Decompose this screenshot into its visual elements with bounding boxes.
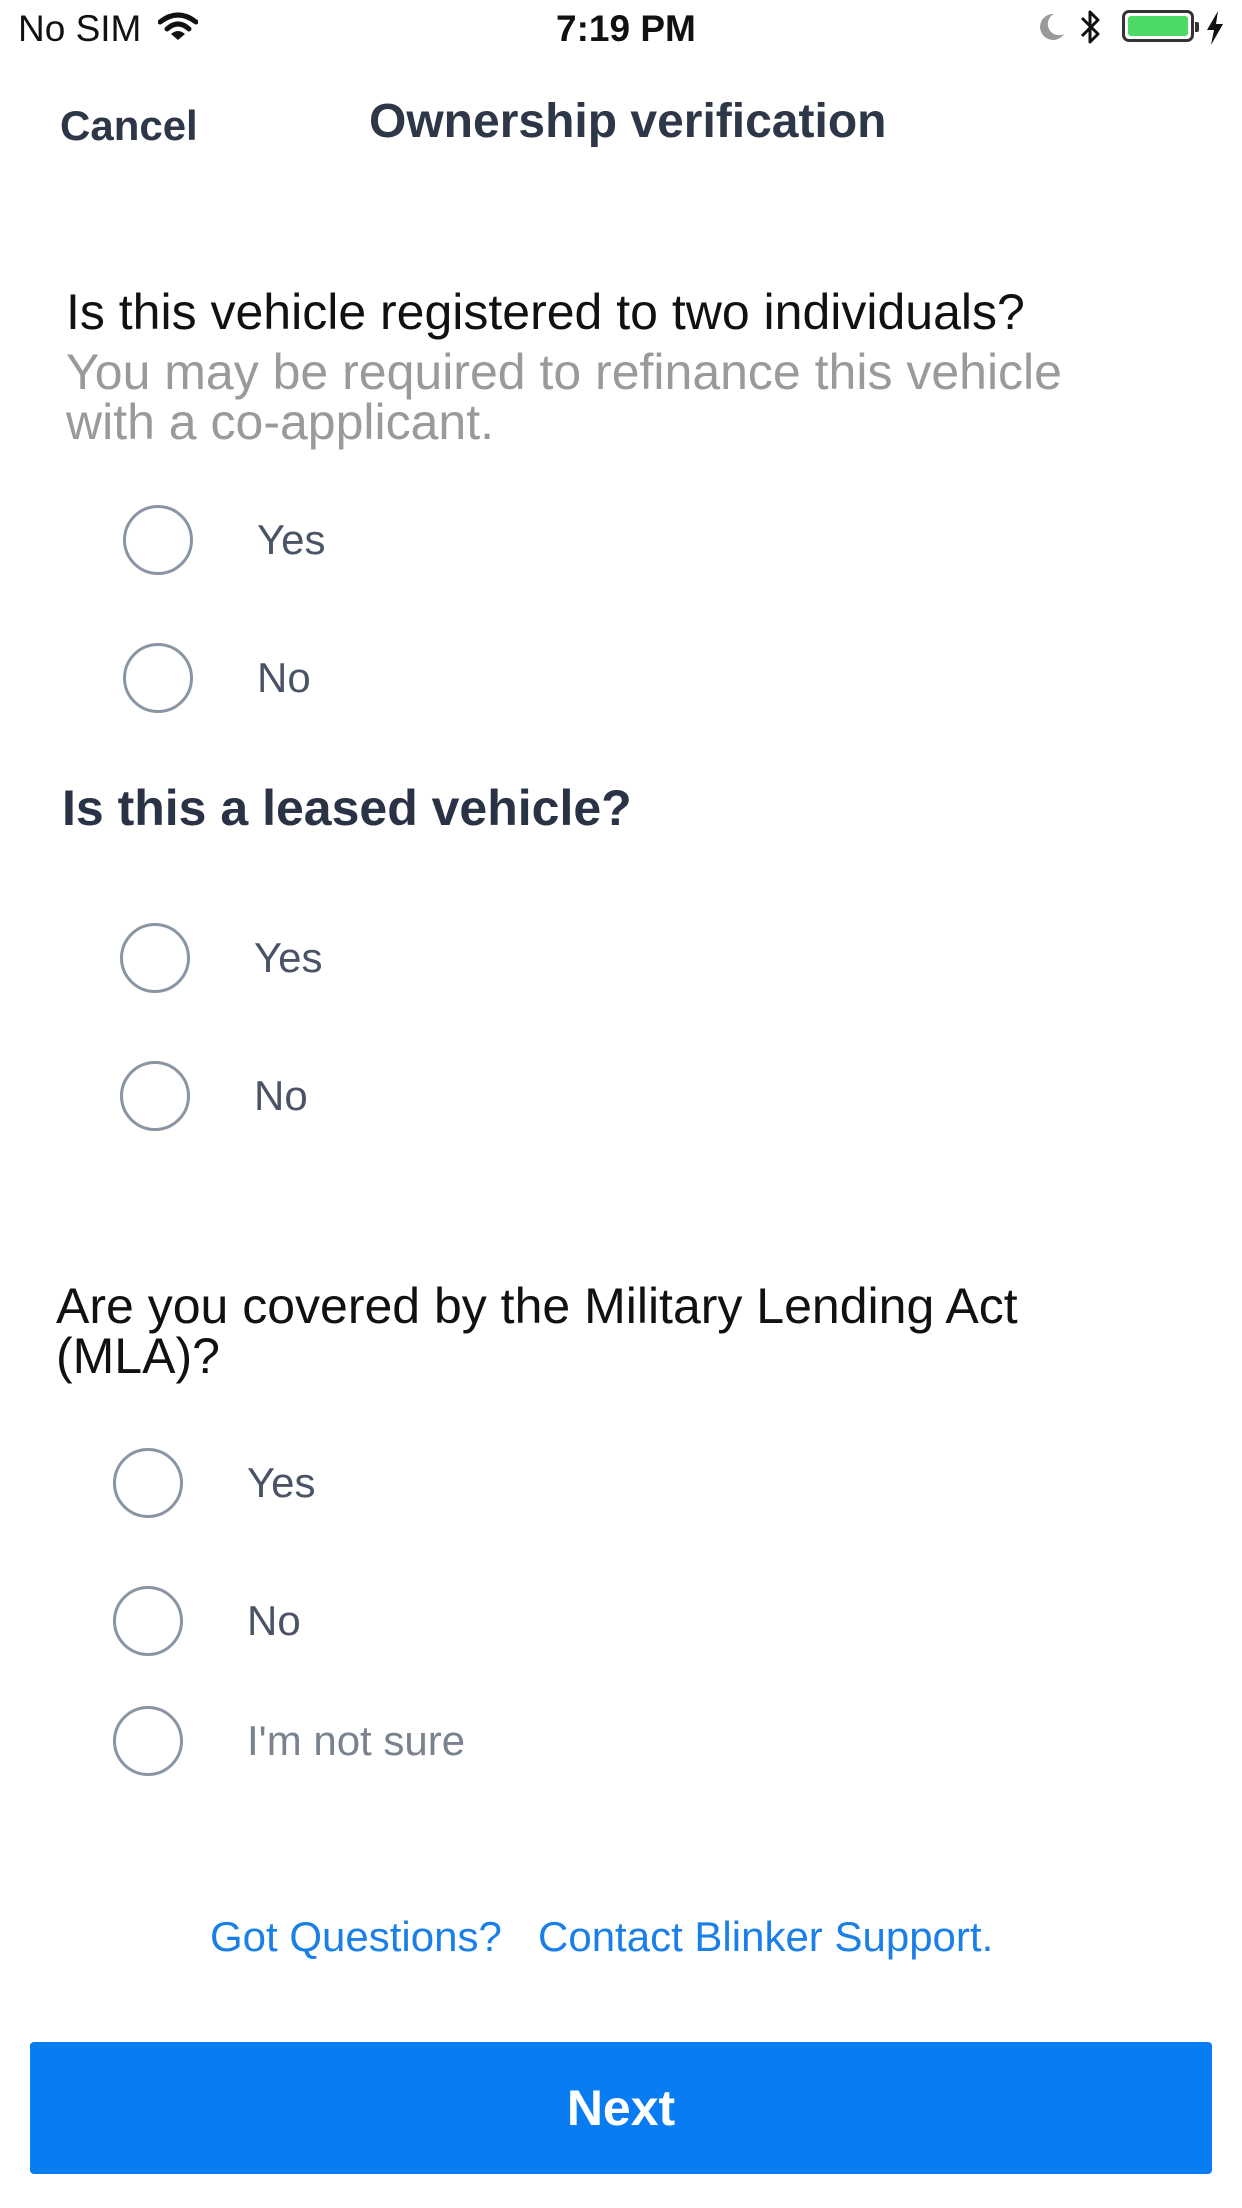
radio-circle-icon[interactable] — [113, 1706, 183, 1776]
charging-bolt-icon — [1207, 11, 1223, 45]
option-label: No — [247, 1597, 301, 1644]
wifi-icon — [158, 12, 198, 40]
question-registered-subtitle-line-1: You may be required to refinance this ve… — [66, 344, 1062, 400]
status-time: 7:19 PM — [556, 8, 696, 49]
battery-icon — [1122, 10, 1199, 42]
option-label: Yes — [254, 934, 323, 981]
question-leased-title: Is this a leased vehicle? — [62, 780, 632, 836]
option-leased-no[interactable]: No — [120, 1061, 1020, 1141]
option-mla-no[interactable]: No — [113, 1586, 1013, 1666]
radio-circle-icon[interactable] — [123, 505, 193, 575]
option-label: Yes — [257, 516, 326, 563]
option-label: No — [257, 654, 311, 701]
option-registered-yes[interactable]: Yes — [123, 505, 1023, 585]
option-registered-no[interactable]: No — [123, 643, 1023, 723]
question-mla-title-line-1: Are you covered by the Military Lending … — [56, 1278, 1018, 1334]
question-mla-title-line-2: (MLA)? — [56, 1328, 220, 1384]
radio-circle-icon[interactable] — [113, 1448, 183, 1518]
radio-circle-icon[interactable] — [123, 643, 193, 713]
carrier-label: No SIM — [18, 8, 142, 49]
option-label: Yes — [247, 1459, 316, 1506]
radio-circle-icon[interactable] — [113, 1586, 183, 1656]
next-button[interactable]: Next — [30, 2042, 1212, 2174]
moon-icon — [1040, 13, 1064, 40]
radio-circle-icon[interactable] — [120, 923, 190, 993]
page-title: Ownership verification — [369, 95, 887, 148]
option-label: No — [254, 1072, 308, 1119]
got-questions-link[interactable]: Got Questions? — [210, 1913, 502, 1961]
radio-circle-icon[interactable] — [120, 1061, 190, 1131]
question-registered-title: Is this vehicle registered to two indivi… — [66, 284, 1025, 340]
cancel-button[interactable]: Cancel — [60, 102, 198, 150]
option-label: I'm not sure — [247, 1717, 466, 1764]
option-mla-yes[interactable]: Yes — [113, 1448, 1013, 1528]
option-mla-not-sure[interactable]: I'm not sure — [113, 1706, 1013, 1786]
contact-support-link[interactable]: Contact Blinker Support. — [538, 1913, 993, 1961]
option-leased-yes[interactable]: Yes — [120, 923, 1020, 1003]
bluetooth-icon — [1080, 10, 1100, 44]
question-registered-subtitle-line-2: with a co-applicant. — [66, 394, 495, 450]
